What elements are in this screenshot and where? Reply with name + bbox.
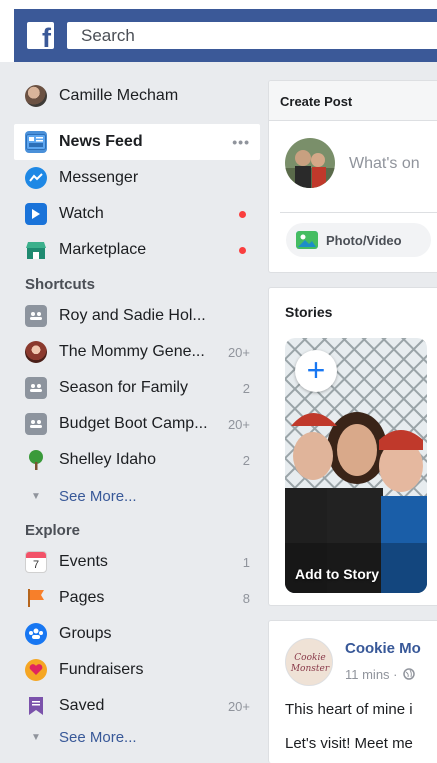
sidebar-item-label: Saved — [59, 697, 105, 714]
sidebar-item-label: News Feed — [59, 133, 143, 150]
messenger-icon — [25, 167, 47, 189]
chevron-down-icon: ▼ — [31, 490, 41, 502]
sidebar-item-messenger[interactable]: Messenger — [14, 160, 260, 196]
shortcut-count: 2 — [242, 452, 250, 468]
sidebar-count: 8 — [242, 590, 250, 606]
see-more-label: See More... — [59, 487, 137, 505]
photo-video-button[interactable]: Photo/Video — [286, 223, 431, 257]
blue-header: f Search — [14, 9, 437, 62]
page-avatar[interactable]: Cookie Monster — [285, 638, 333, 686]
sidebar-item-news-feed[interactable]: News Feed ••• — [14, 124, 260, 160]
group-icon — [25, 305, 47, 327]
pages-flag-icon — [25, 587, 47, 609]
svg-text:Cookie: Cookie — [294, 653, 325, 663]
group-icon — [25, 413, 47, 435]
sidebar-item-label: Groups — [59, 625, 112, 642]
top-bar: f Search — [0, 0, 437, 62]
add-story-plus-icon[interactable]: + — [295, 350, 337, 392]
photo-video-label: Photo/Video — [326, 232, 402, 248]
user-avatar — [285, 138, 335, 188]
post-timestamp[interactable]: 11 mins · — [345, 667, 415, 682]
profile-name: Camille Mecham — [59, 87, 179, 104]
shortcut-item[interactable]: The Mommy Gene... 20+ — [14, 334, 260, 370]
notification-dot — [239, 210, 246, 218]
watch-icon — [25, 203, 47, 225]
shortcut-label: The Mommy Gene... — [59, 343, 205, 360]
shortcut-label: Season for Family — [59, 379, 188, 396]
groups-icon — [25, 623, 47, 645]
create-post-title: Create Post — [269, 81, 437, 121]
sidebar-item-pages[interactable]: Pages 8 — [14, 580, 260, 616]
sidebar-item-fundraisers[interactable]: Fundraisers — [14, 652, 260, 688]
sidebar-count: 1 — [242, 554, 250, 570]
sidebar-item-label: Watch — [59, 205, 104, 222]
facebook-logo-icon[interactable]: f — [27, 22, 54, 53]
sidebar-profile[interactable]: Camille Mecham — [14, 78, 260, 114]
saved-icon — [25, 695, 47, 717]
explore-see-more-link[interactable]: ▼ See More... — [14, 724, 260, 750]
shortcut-count: 20+ — [227, 416, 250, 432]
post-text-line: This heart of mine i — [285, 701, 413, 718]
tree-icon — [25, 449, 47, 471]
shortcut-label: Shelley Idaho — [59, 451, 156, 468]
sidebar-item-watch[interactable]: Watch — [14, 196, 260, 232]
calendar-day: 7 — [32, 558, 40, 571]
events-icon: 7 — [25, 551, 47, 573]
post-author-link[interactable]: Cookie Mo — [345, 640, 421, 657]
shortcut-count: 20+ — [227, 344, 250, 360]
see-more-label: See More... — [59, 728, 137, 746]
search-input[interactable]: Search — [67, 22, 437, 49]
shortcut-item[interactable]: Budget Boot Camp... 20+ — [14, 406, 260, 442]
sidebar-item-marketplace[interactable]: Marketplace — [14, 232, 260, 268]
stories-title: Stories — [285, 304, 333, 320]
shortcut-item[interactable]: Season for Family 2 — [14, 370, 260, 406]
notification-dot — [239, 246, 246, 254]
sidebar-item-label: Marketplace — [59, 241, 147, 258]
globe-icon — [403, 668, 415, 680]
sidebar-item-label: Messenger — [59, 169, 139, 186]
group-icon — [25, 377, 47, 399]
sidebar-item-label: Fundraisers — [59, 661, 144, 678]
logo-letter: f — [42, 23, 51, 53]
stories-card: Stories + Add to Story — [268, 287, 437, 606]
sidebar-item-groups[interactable]: Groups — [14, 616, 260, 652]
photo-icon — [296, 231, 318, 249]
explore-heading: Explore — [25, 522, 81, 539]
sidebar-item-label: Pages — [59, 589, 105, 606]
sidebar-item-events[interactable]: 7 Events 1 — [14, 544, 260, 580]
news-feed-icon — [25, 131, 47, 153]
create-post-input[interactable]: What's on — [349, 155, 420, 173]
sidebar-count: 20+ — [227, 698, 250, 714]
sidebar-item-label: Events — [59, 553, 108, 570]
profile-avatar-icon — [25, 85, 47, 107]
fundraisers-icon — [25, 659, 47, 681]
shortcut-item[interactable]: Shelley Idaho 2 — [14, 442, 260, 478]
group-avatar-icon — [25, 341, 47, 363]
more-options-icon[interactable]: ••• — [232, 134, 250, 150]
create-post-card: Create Post What's on Photo/Video — [268, 80, 437, 273]
shortcut-count: 2 — [242, 380, 250, 396]
svg-text:Monster: Monster — [290, 664, 330, 674]
shortcut-label: Roy and Sadie Hol... — [59, 307, 206, 324]
divider — [280, 212, 437, 213]
post-text-line: Let's visit! Meet me — [285, 735, 413, 752]
shortcuts-see-more-link[interactable]: ▼ See More... — [14, 478, 260, 514]
sidebar-item-saved[interactable]: Saved 20+ — [14, 688, 260, 724]
shortcut-item[interactable]: Roy and Sadie Hol... — [14, 298, 260, 334]
add-to-story-label: Add to Story — [295, 566, 379, 582]
marketplace-icon — [25, 239, 47, 261]
left-sidebar: Camille Mecham News Feed ••• Messenger W… — [14, 78, 260, 750]
add-to-story-card[interactable]: + Add to Story — [285, 338, 427, 593]
shortcut-label: Budget Boot Camp... — [59, 415, 208, 432]
shortcuts-heading: Shortcuts — [25, 276, 96, 293]
feed-post-card: Cookie Monster Cookie Mo 11 mins · This … — [268, 620, 437, 763]
chevron-down-icon: ▼ — [31, 731, 41, 743]
post-time: 11 mins · — [345, 667, 398, 682]
